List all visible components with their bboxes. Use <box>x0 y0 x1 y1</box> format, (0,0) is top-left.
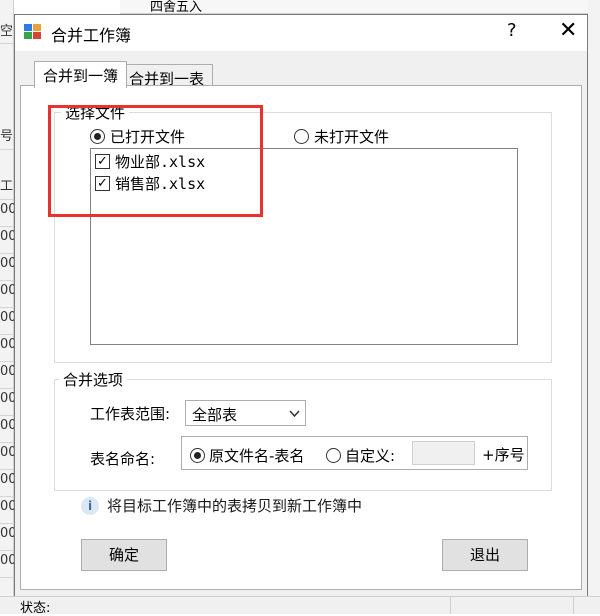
naming-label: 表名命名: <box>90 450 156 468</box>
bg-row-cell: 00 <box>0 310 14 335</box>
merge-options-group: 合并选项 工作表范围: 全部表 表名命名: 原文件名-表名 自定义: +序号 <box>54 369 552 491</box>
merge-workbook-dialog: 合并工作簿 ? ✕ 合并到一簿 合并到一表 选择文件 已打开文件 未打开文件 ✓… <box>14 14 588 604</box>
sheet-range-dropdown[interactable]: 全部表 <box>185 400 306 426</box>
info-text: 将目标工作簿中的表拷贝到新工作簿中 <box>107 497 363 515</box>
app-icon <box>24 24 41 39</box>
excel-row-header-strip: 空 号 工0000000000000000000000000000 <box>0 0 14 614</box>
bg-row-cell: 00 <box>0 472 14 497</box>
radio-original-label: 原文件名-表名 <box>209 447 305 465</box>
bg-row-cell: 工 <box>0 175 14 200</box>
sheet-range-label: 工作表范围: <box>90 405 171 423</box>
exit-button[interactable]: 退出 <box>442 539 528 571</box>
bg-row-cell: 00 <box>0 256 14 281</box>
merge-options-legend: 合并选项 <box>59 369 128 390</box>
ribbon-round-label: 四舍五入 <box>150 0 203 14</box>
annotation-highlight-box <box>48 105 263 217</box>
excel-right-strip <box>588 0 600 614</box>
bg-row-cell: 00 <box>0 229 14 254</box>
radio-custom-indicator[interactable] <box>326 448 341 463</box>
radio-custom-label: 自定义: <box>345 447 396 465</box>
title-bar: 合并工作簿 ? ✕ <box>15 15 587 51</box>
status-label: 状态: <box>20 601 51 616</box>
custom-name-input[interactable] <box>412 441 475 465</box>
excel-ribbon-strip: 四舍五入 <box>120 0 600 14</box>
status-panel <box>450 597 574 614</box>
close-button[interactable]: ✕ <box>559 18 577 43</box>
suffix-label: +序号 <box>482 446 525 464</box>
help-button[interactable]: ? <box>507 20 517 41</box>
bg-row-cell: 00 <box>0 283 14 308</box>
radio-unopened-label: 未打开文件 <box>314 128 390 146</box>
bg-row-cell: 00 <box>0 445 14 470</box>
row-stub-text: 号 <box>0 125 14 150</box>
sheet-range-value: 全部表 <box>192 406 238 424</box>
chevron-down-icon <box>289 410 300 418</box>
bg-row-cell: 00 <box>0 526 14 551</box>
tab-merge-to-workbook[interactable]: 合并到一簿 <box>34 61 128 88</box>
bg-row-cell: 00 <box>0 418 14 443</box>
status-bar: 状态: <box>0 596 600 616</box>
radio-original-indicator[interactable] <box>190 448 205 463</box>
bg-row-cell: 00 <box>0 553 14 578</box>
ok-button[interactable]: 确定 <box>81 539 167 571</box>
naming-options-box: 原文件名-表名 自定义: +序号 <box>181 436 528 470</box>
bg-row-cell: 00 <box>0 499 14 524</box>
dialog-title: 合并工作簿 <box>51 26 132 45</box>
bg-row-cell: 00 <box>0 364 14 389</box>
left-stub-text: 空 <box>0 20 14 44</box>
bg-row-cell: 00 <box>0 391 14 416</box>
info-icon: i <box>81 497 99 515</box>
bg-row-cell: 00 <box>0 202 14 227</box>
bg-row-cell: 00 <box>0 337 14 362</box>
radio-unopened-indicator[interactable] <box>294 129 309 144</box>
